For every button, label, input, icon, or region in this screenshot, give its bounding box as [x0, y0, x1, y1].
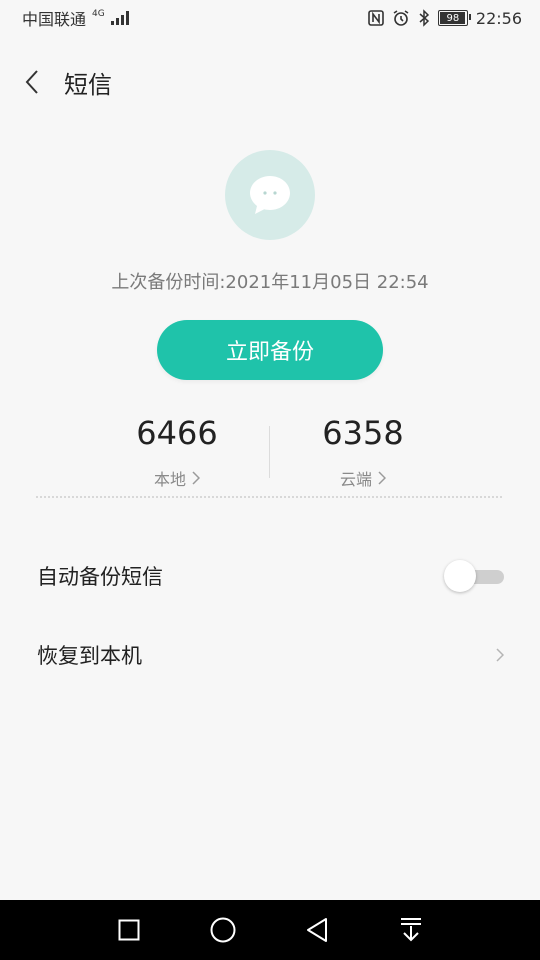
chevron-right-icon [496, 648, 504, 662]
chevron-right-icon [378, 471, 386, 485]
page-title: 短信 [64, 70, 112, 99]
local-count-item[interactable]: 6466 本地 [77, 410, 277, 490]
nfc-icon [368, 10, 384, 26]
home-circle-icon [210, 917, 236, 943]
auto-backup-toggle[interactable] [444, 559, 504, 593]
local-label-row: 本地 [154, 466, 200, 490]
notification-button[interactable] [393, 912, 429, 948]
signal-icon [110, 11, 129, 25]
restore-row[interactable]: 恢复到本机 [0, 625, 540, 685]
status-bar: 中国联通 4G 98 22:56 [0, 0, 540, 36]
toggle-knob [444, 560, 476, 592]
auto-backup-row[interactable]: 自动备份短信 [0, 546, 540, 606]
auto-backup-label: 自动备份短信 [37, 565, 163, 589]
dotted-divider [36, 496, 502, 498]
chat-bubble-icon [250, 176, 290, 214]
recents-square-icon [118, 919, 140, 941]
restore-label: 恢复到本机 [37, 644, 142, 668]
recents-button[interactable] [111, 912, 147, 948]
status-right: 98 22:56 [368, 9, 522, 28]
clock: 22:56 [475, 8, 522, 28]
alarm-icon [393, 10, 409, 26]
cloud-label: 云端 [339, 470, 372, 489]
bluetooth-icon [419, 9, 429, 27]
app-header: 短信 [0, 56, 540, 108]
cloud-label-row: 云端 [340, 466, 386, 490]
last-backup-time: 上次备份时间:2021年11月05日 22:54 [111, 272, 429, 293]
chevron-right-icon [192, 471, 200, 485]
back-button[interactable] [0, 56, 64, 108]
navigation-bar [0, 900, 540, 960]
back-triangle-icon [307, 918, 327, 942]
carrier-name: 中国联通 [22, 10, 87, 29]
local-count: 6466 [136, 414, 218, 452]
local-label: 本地 [153, 470, 186, 489]
chevron-left-icon [25, 70, 38, 94]
battery-icon: 98 [437, 10, 471, 26]
cloud-count: 6358 [322, 414, 404, 452]
battery-level: 98 [446, 12, 460, 24]
status-left: 中国联通 4G [22, 6, 129, 30]
notification-pull-icon [401, 918, 421, 942]
backup-now-button[interactable]: 立即备份 [157, 320, 383, 380]
backup-stats: 6466 本地 6358 云端 [0, 410, 540, 490]
network-type: 4G [92, 8, 105, 19]
cloud-count-item[interactable]: 6358 云端 [263, 410, 463, 490]
back-nav-button[interactable] [299, 912, 335, 948]
home-button[interactable] [205, 912, 241, 948]
message-icon [225, 150, 315, 240]
